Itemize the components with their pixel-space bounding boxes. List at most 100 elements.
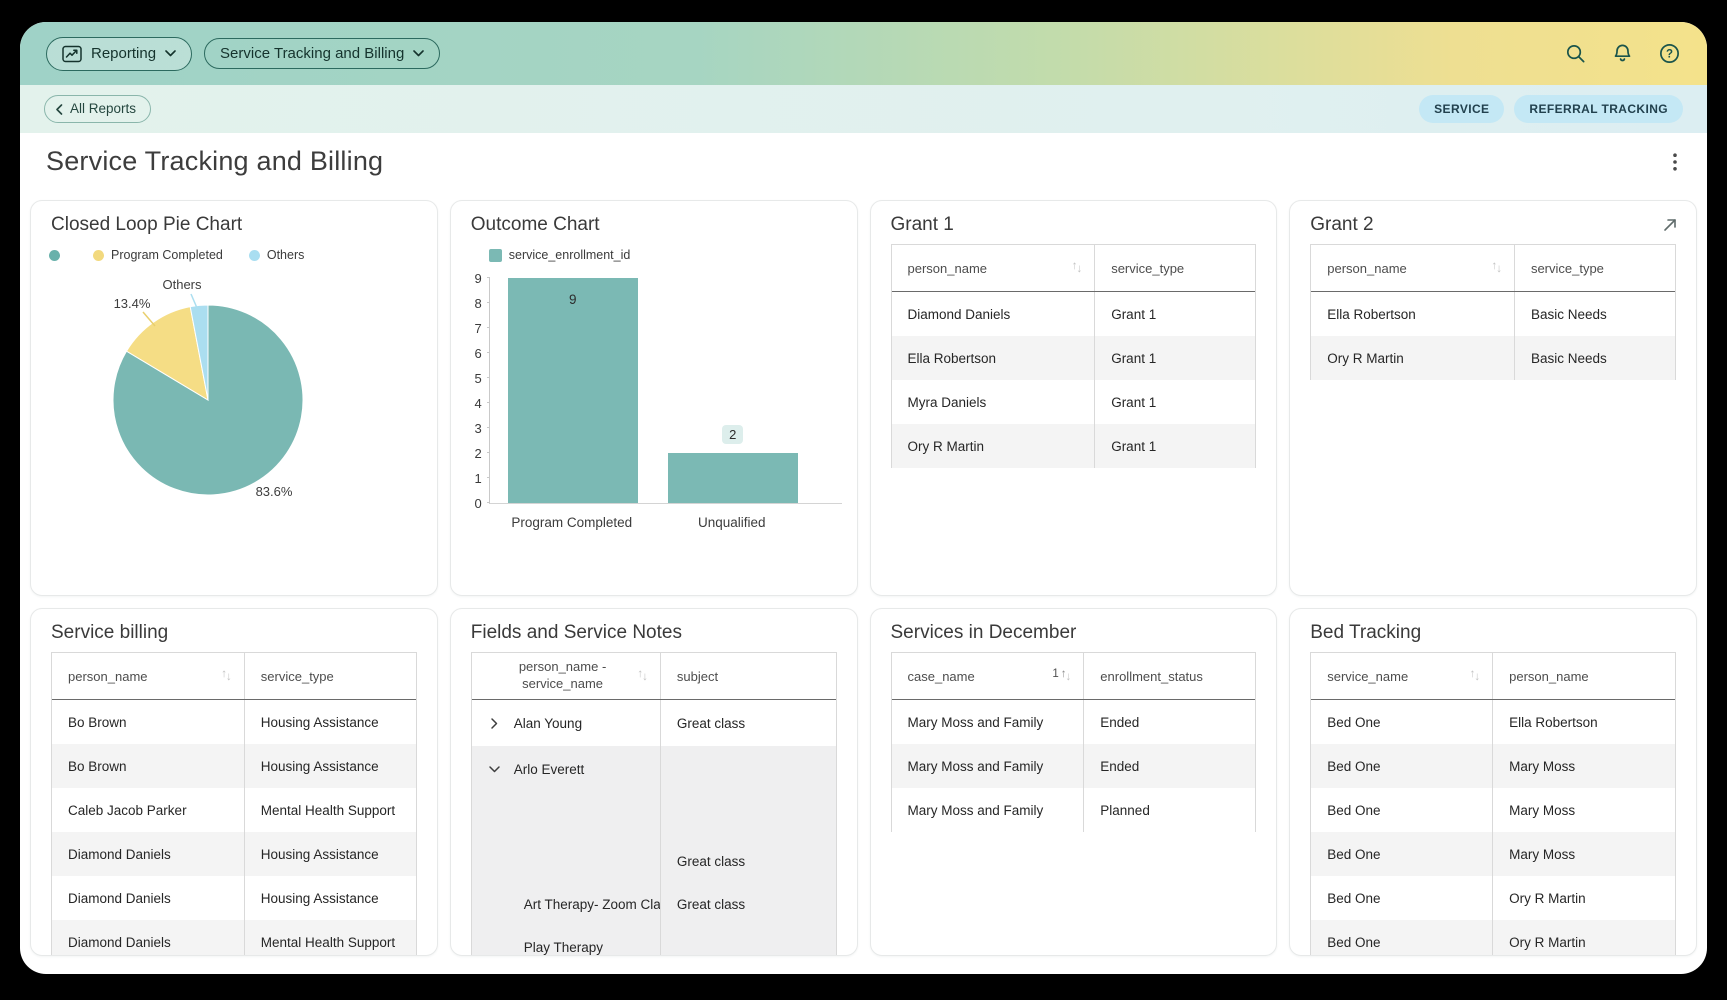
table-cell [661, 746, 836, 792]
card-title: Grant 1 [891, 214, 1257, 236]
card-service-billing: Service billing person_name↑↓service_typ… [30, 608, 438, 956]
notifications-button[interactable] [1611, 42, 1634, 65]
service-billing-table: person_name↑↓service_typeBo BrownHousing… [51, 652, 417, 956]
card-outcome-chart: Outcome Chart service_enrollment_id 0123… [450, 200, 858, 596]
table-cell: Diamond Daniels [892, 292, 1096, 336]
bar-legend: service_enrollment_id [489, 248, 857, 262]
card-title: Fields and Service Notes [471, 622, 837, 644]
table-row: Myra DanielsGrant 1 [892, 380, 1256, 424]
sort-icon: ↑↓ [1072, 261, 1083, 276]
card-title: Services in December [891, 622, 1257, 644]
table-cell: Ella Robertson [1493, 700, 1675, 744]
table-cell: Bed One [1311, 832, 1493, 876]
chevron-down-icon [165, 50, 176, 57]
legend-swatch [93, 250, 104, 261]
table-row: Diamond DanielsGrant 1 [892, 292, 1256, 336]
table-cell: Caleb Jacob Parker [52, 788, 245, 832]
column-header[interactable]: service_type [1515, 245, 1675, 291]
table-cell: Housing Assistance [245, 744, 416, 788]
table-row: Bed OneElla Robertson [1311, 700, 1675, 744]
report-switcher-button[interactable]: Service Tracking and Billing [204, 38, 440, 69]
table-cell [661, 926, 836, 956]
column-header[interactable]: service_name↑↓ [1311, 653, 1493, 699]
outcome-bar-chart: 0123456789 92 Program CompletedUnqualifi… [453, 278, 849, 538]
table-row: Bo BrownHousing Assistance [52, 700, 416, 744]
table-header: case_name1↑↓enrollment_status [892, 653, 1256, 700]
legend-item: Others [249, 248, 305, 262]
report-tags: SERVICE REFERRAL TRACKING [1419, 95, 1683, 123]
table-cell [472, 792, 661, 840]
reporting-menu-button[interactable]: Reporting [46, 37, 192, 71]
table-row: Great class [472, 840, 836, 883]
table-cell: Ory R Martin [892, 424, 1096, 468]
table-cell: Ory R Martin [1493, 876, 1675, 920]
column-header[interactable]: person_name↑↓ [892, 245, 1096, 291]
table-row: Arlo Everett [472, 746, 836, 792]
table-header: person_name - service_name↑↓subject [472, 653, 836, 700]
table-row: Caleb Jacob ParkerMental Health Support [52, 788, 416, 832]
column-header[interactable]: service_type [245, 653, 416, 699]
column-header[interactable]: subject [661, 653, 836, 699]
table-cell: Grant 1 [1095, 292, 1255, 336]
all-reports-label: All Reports [70, 102, 136, 116]
table-cell: Diamond Daniels [52, 876, 245, 920]
column-header[interactable]: enrollment_status [1084, 653, 1255, 699]
search-button[interactable] [1564, 42, 1587, 65]
grant-1-table: person_name↑↓service_typeDiamond Daniels… [891, 244, 1257, 468]
card-services-in-december: Services in December case_name1↑↓enrollm… [870, 608, 1278, 956]
card-title: Closed Loop Pie Chart [51, 214, 417, 236]
table-row: Ory R MartinBasic Needs [1311, 336, 1675, 380]
x-axis-label: Program Completed [507, 515, 637, 530]
y-tick-label: 4 [475, 397, 482, 410]
card-bed-tracking: Bed Tracking service_name↑↓person_nameBe… [1289, 608, 1697, 956]
table-cell: Ory R Martin [1493, 920, 1675, 956]
table-row: Bed OneMary Moss [1311, 788, 1675, 832]
column-header[interactable]: person_name [1493, 653, 1675, 699]
search-icon [1564, 42, 1587, 65]
table-row: Ella RobertsonBasic Needs [1311, 292, 1675, 336]
help-icon: ? [1658, 42, 1681, 65]
chart-bar: 9 [508, 278, 638, 503]
table-cell: Arlo Everett [472, 746, 661, 792]
y-tick-label: 3 [475, 422, 482, 435]
table-row: Bed OneMary Moss [1311, 744, 1675, 788]
card-grant-2: Grant 2 person_name↑↓service_typeElla Ro… [1289, 200, 1697, 596]
column-header[interactable]: case_name1↑↓ [892, 653, 1085, 699]
column-header[interactable]: service_type [1095, 245, 1255, 291]
legend-swatch [249, 250, 260, 261]
table-row: Mary Moss and FamilyPlanned [892, 788, 1256, 832]
service-notes-table: person_name - service_name↑↓subjectAlan … [471, 652, 837, 956]
card-title: Service billing [51, 622, 417, 644]
reporting-label: Reporting [91, 46, 156, 61]
expand-card-button[interactable] [1660, 215, 1680, 235]
pie-label-yellow-pct: 13.4% [114, 296, 151, 311]
chevron-down-icon[interactable] [488, 763, 501, 776]
tag-service[interactable]: SERVICE [1419, 95, 1504, 123]
tag-referral-tracking[interactable]: REFERRAL TRACKING [1514, 95, 1683, 123]
table-cell: Ended [1084, 700, 1255, 744]
table-row [472, 792, 836, 840]
y-tick-label: 0 [475, 497, 482, 510]
overflow-menu-button[interactable] [1669, 149, 1681, 175]
table-row: Ory R MartinGrant 1 [892, 424, 1256, 468]
table-cell: Mary Moss [1493, 832, 1675, 876]
y-tick-label: 9 [475, 272, 482, 285]
table-header: person_name↑↓service_type [1311, 245, 1675, 292]
table-cell: Great class [661, 700, 836, 746]
all-reports-back-button[interactable]: All Reports [44, 95, 151, 123]
chevron-right-icon[interactable] [488, 717, 501, 730]
table-cell: Art Therapy- Zoom Class [472, 883, 661, 926]
plot-area: 92 [489, 278, 842, 504]
help-button[interactable]: ? [1658, 42, 1681, 65]
y-axis: 0123456789 [453, 278, 489, 503]
column-header[interactable]: person_name - service_name↑↓ [472, 653, 661, 699]
table-cell: Mary Moss and Family [892, 788, 1085, 832]
column-header[interactable]: person_name↑↓ [52, 653, 245, 699]
y-tick-label: 2 [475, 447, 482, 460]
column-header[interactable]: person_name↑↓ [1311, 245, 1515, 291]
legend-swatch [49, 250, 60, 261]
report-subheader: All Reports SERVICE REFERRAL TRACKING [20, 85, 1707, 133]
card-grant-1: Grant 1 person_name↑↓service_typeDiamond… [870, 200, 1278, 596]
table-cell: Mary Moss [1493, 744, 1675, 788]
legend-item: Program Completed [93, 248, 223, 262]
